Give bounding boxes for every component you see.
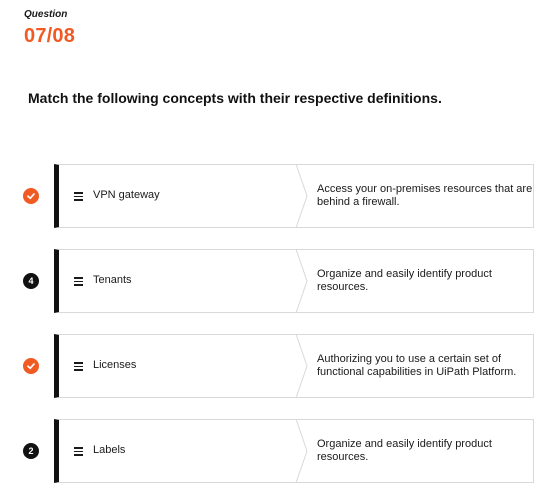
concept-card[interactable]: Tenants Organize and easily identify pro… [54, 249, 534, 313]
question-number: 07/08 [24, 25, 76, 47]
checkmark-icon [27, 363, 35, 370]
correct-status-badge [23, 188, 39, 204]
drag-handle-icon[interactable] [74, 192, 83, 201]
chevron-divider [295, 249, 308, 313]
match-row: 2 Labels Organize and easily identify pr… [0, 419, 558, 483]
correct-status-badge [23, 358, 39, 374]
checkmark-icon [27, 193, 35, 200]
definition-text: Access your on-premises resources that a… [317, 183, 533, 208]
chevron-divider [295, 164, 308, 228]
concept-label: Tenants [93, 274, 132, 286]
chevron-divider [295, 334, 308, 398]
drag-handle-icon[interactable] [74, 447, 83, 456]
definition-text: Authorizing you to use a certain set of … [317, 353, 517, 378]
concept-label: Labels [93, 444, 126, 456]
definition-text: Organize and easily identify product res… [317, 438, 492, 463]
definition-text: Organize and easily identify product res… [317, 268, 492, 293]
match-row: VPN gateway Access your on-premises reso… [0, 164, 558, 228]
concept-card[interactable]: Labels Organize and easily identify prod… [54, 419, 534, 483]
drag-handle-icon[interactable] [74, 362, 83, 371]
concept-card[interactable]: Licenses Authorizing you to use a certai… [54, 334, 534, 398]
drag-handle-icon[interactable] [74, 277, 83, 286]
position-number-badge: 2 [23, 443, 39, 459]
concept-card[interactable]: VPN gateway Access your on-premises reso… [54, 164, 534, 228]
question-label: Question [24, 9, 68, 20]
match-row: Licenses Authorizing you to use a certai… [0, 334, 558, 398]
match-row: 4 Tenants Organize and easily identify p… [0, 249, 558, 313]
chevron-divider [295, 419, 308, 483]
concept-label: VPN gateway [93, 189, 160, 201]
concept-label: Licenses [93, 359, 137, 371]
question-prompt: Match the following concepts with their … [28, 90, 442, 106]
position-number-badge: 4 [23, 273, 39, 289]
